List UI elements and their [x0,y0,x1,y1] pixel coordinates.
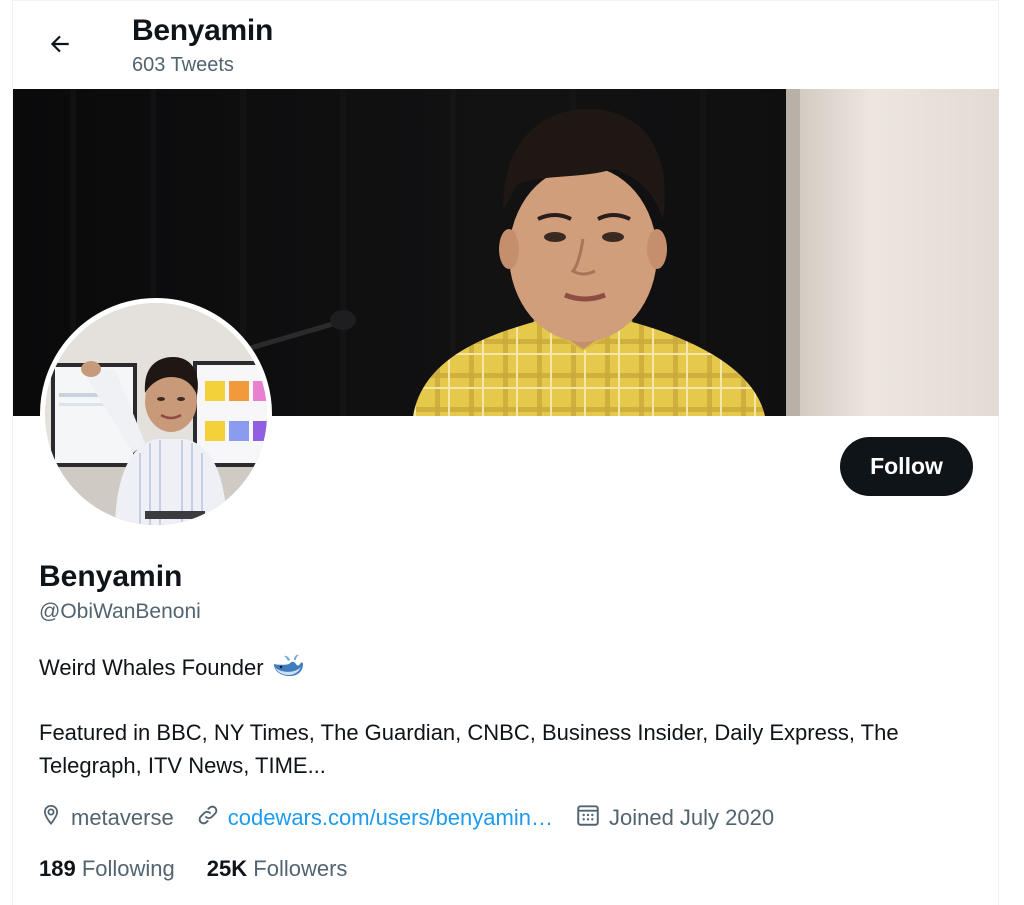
profile-stats: 189 Following 25K Followers [39,853,379,885]
bio-featured: Featured in BBC, NY Times, The Guardian,… [39,720,899,778]
following-label: Following [81,856,175,881]
followers-link[interactable]: 25K Followers [207,856,348,882]
header-title: Benyamin [132,14,273,47]
arrow-left-icon [47,31,73,62]
followers-label: Followers [253,856,348,881]
location-item: metaverse [39,803,174,833]
joined-text: Joined July 2020 [608,805,775,830]
website-link[interactable]: codewars.com/users/benyamin… [228,805,553,831]
bio-first-line: Weird Whales Founder [39,652,304,684]
joined-item: Joined July 2020 [575,802,774,834]
bio-text: Weird Whales Founder [39,655,264,680]
followers-count: 25K [206,856,248,881]
following-count: 189 [39,856,76,881]
following-link[interactable]: 189 Following [39,856,175,882]
back-button[interactable] [42,28,78,64]
avatar[interactable] [40,298,272,530]
location-pin-icon [39,803,63,833]
profile-handle: @ObiWanBenoni [39,600,201,623]
profile-header: Benyamin 603 Tweets [12,0,999,89]
link-icon [196,803,220,833]
whale-icon [272,652,304,684]
website-item: codewars.com/users/benyamin… [196,803,553,833]
profile-display-name: Benyamin [39,560,183,593]
follow-button[interactable]: Follow [840,437,973,496]
calendar-icon [575,802,601,834]
location-text: metaverse [71,805,174,830]
tweet-count: 603 Tweets [132,54,234,76]
profile-meta-row: metaverse codewars.com/users/benyamin… J… [39,802,796,834]
